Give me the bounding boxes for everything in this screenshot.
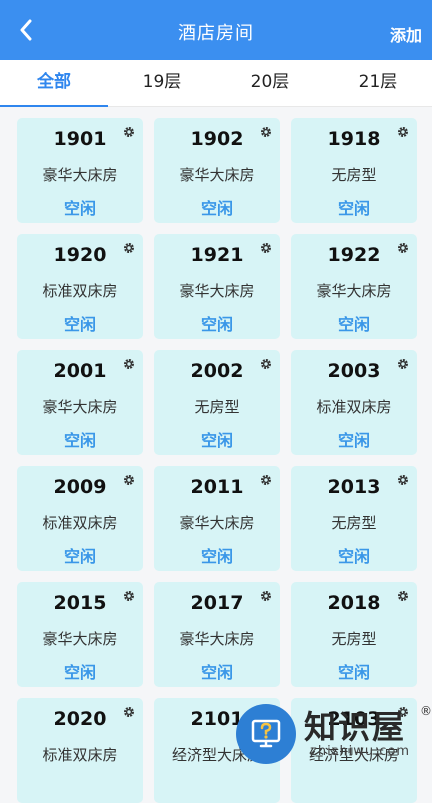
question-monitor-icon [251, 719, 281, 748]
tab-all[interactable]: 全部 [0, 60, 108, 107]
room-status: 空闲 [337, 547, 370, 566]
room-card[interactable]: 2015 豪华大床房空闲 [17, 582, 143, 687]
room-card[interactable]: 1901 豪华大床房空闲 [17, 118, 143, 223]
room-type: 标准双床房 [42, 514, 118, 532]
page-title: 酒店房间 [178, 23, 254, 44]
room-type: 无房型 [331, 630, 377, 648]
room-status: 空闲 [63, 663, 96, 682]
add-button[interactable]: 添加 [390, 0, 422, 60]
room-card[interactable]: 2017 豪华大床房空闲 [154, 582, 280, 687]
room-type: 标准双床房 [316, 398, 392, 416]
room-number: 1922 [327, 244, 381, 266]
room-number: 2009 [53, 476, 107, 498]
room-status: 空闲 [63, 431, 96, 450]
floor-tabs: 全部 19层 20层 21层 [0, 60, 432, 107]
tab-floor-20[interactable]: 20层 [216, 60, 324, 106]
room-number: 1901 [53, 128, 107, 150]
room-card[interactable]: 1921 豪华大床房空闲 [154, 234, 280, 339]
room-card[interactable]: 2003 标准双床房空闲 [291, 350, 417, 455]
room-number: 2001 [53, 360, 107, 382]
room-type: 无房型 [331, 514, 377, 532]
room-number: 2013 [327, 476, 381, 498]
room-type: 豪华大床房 [316, 282, 392, 300]
room-status: 空闲 [337, 315, 370, 334]
room-number: 2011 [190, 476, 244, 498]
room-card[interactable]: 2020 标准双床房 [17, 698, 143, 803]
room-card[interactable]: 1902 豪华大床房空闲 [154, 118, 280, 223]
room-number: 1920 [53, 244, 107, 266]
watermark: 知识屋 ® zhishiwu.com [232, 700, 432, 768]
room-status: 空闲 [337, 199, 370, 218]
watermark-url: zhishiwu.com [310, 744, 411, 759]
room-type: 豪华大床房 [179, 282, 255, 300]
room-card[interactable]: 2013 无房型空闲 [291, 466, 417, 571]
room-number: 2017 [190, 592, 244, 614]
room-card[interactable]: 2018 无房型空闲 [291, 582, 417, 687]
room-status: 空闲 [200, 663, 233, 682]
room-number: 1918 [327, 128, 381, 150]
room-status: 空闲 [200, 199, 233, 218]
room-type: 豪华大床房 [179, 630, 255, 648]
room-status: 空闲 [63, 199, 96, 218]
watermark-registered-mark: ® [420, 704, 432, 718]
room-status: 空闲 [200, 547, 233, 566]
room-number: 1902 [190, 128, 244, 150]
room-status: 空闲 [337, 663, 370, 682]
room-card[interactable]: 1918 无房型空闲 [291, 118, 417, 223]
room-status: 空闲 [337, 431, 370, 450]
room-type: 标准双床房 [42, 282, 118, 300]
room-status: 空闲 [200, 431, 233, 450]
room-card[interactable]: 2002 无房型空闲 [154, 350, 280, 455]
room-number: 2003 [327, 360, 381, 382]
room-type: 豪华大床房 [179, 514, 255, 532]
room-number: 2018 [327, 592, 381, 614]
room-number: 1921 [190, 244, 244, 266]
room-status: 空闲 [63, 315, 96, 334]
room-number: 2020 [53, 708, 107, 730]
room-card[interactable]: 2011 豪华大床房空闲 [154, 466, 280, 571]
room-type: 标准双床房 [42, 746, 118, 764]
room-card[interactable]: 1920 标准双床房空闲 [17, 234, 143, 339]
room-status: 空闲 [63, 547, 96, 566]
room-card[interactable]: 2009 标准双床房空闲 [17, 466, 143, 571]
room-type: 豪华大床房 [42, 630, 118, 648]
room-type: 无房型 [194, 398, 240, 416]
watermark-brand: 知识屋 [304, 708, 407, 746]
room-card[interactable]: 2001 豪华大床房空闲 [17, 350, 143, 455]
tab-floor-19[interactable]: 19层 [108, 60, 216, 106]
room-type: 豪华大床房 [179, 166, 255, 184]
room-number: 2015 [53, 592, 107, 614]
room-type: 豪华大床房 [42, 398, 118, 416]
app-header: 酒店房间 添加 [0, 0, 432, 60]
room-number: 2002 [190, 360, 244, 382]
room-type: 豪华大床房 [42, 166, 118, 184]
room-status: 空闲 [200, 315, 233, 334]
tab-floor-21[interactable]: 21层 [324, 60, 432, 106]
room-card[interactable]: 1922 豪华大床房空闲 [291, 234, 417, 339]
room-type: 无房型 [331, 166, 377, 184]
watermark-logo [236, 704, 296, 764]
